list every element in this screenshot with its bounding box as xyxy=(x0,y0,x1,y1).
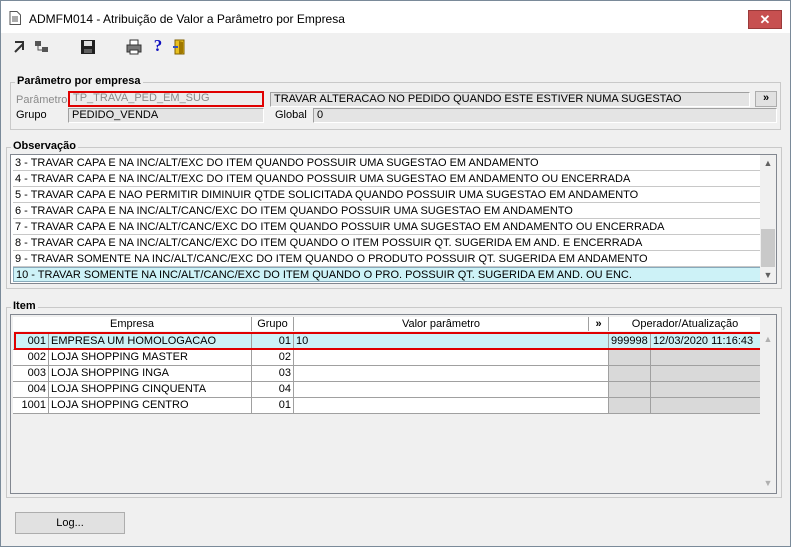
list-item[interactable]: 8 - TRAVAR CAPA E NA INC/ALT/CANC/EXC DO… xyxy=(13,236,761,251)
scrollbar-thumb[interactable] xyxy=(761,229,775,267)
cell-valor[interactable] xyxy=(294,366,609,382)
list-item[interactable]: 7 - TRAVAR CAPA E NA INC/ALT/CANC/EXC DO… xyxy=(13,220,761,235)
column-header-grupo[interactable]: Grupo xyxy=(252,317,294,331)
first-record-icon[interactable] xyxy=(11,38,29,56)
cell-valor[interactable]: 10 xyxy=(294,334,609,350)
cell-grupo[interactable]: 03 xyxy=(252,366,294,382)
column-header-expand-button[interactable]: » xyxy=(589,317,609,331)
scroll-down-icon[interactable]: ▼ xyxy=(760,267,776,283)
cell-code[interactable]: 001 xyxy=(13,334,49,350)
grupo-field: PEDIDO_VENDA xyxy=(68,108,264,123)
item-grid-scrollbar[interactable]: ▲ ▼ xyxy=(760,315,776,493)
cell-operador xyxy=(609,382,651,398)
cell-grupo[interactable]: 01 xyxy=(252,398,294,414)
tree-icon[interactable] xyxy=(33,38,51,56)
cell-empresa[interactable]: LOJA SHOPPING MASTER xyxy=(49,350,252,366)
item-grid[interactable]: Empresa Grupo Valor parâmetro » Operador… xyxy=(10,314,777,494)
cell-valor[interactable] xyxy=(294,398,609,414)
window-title: ADMFM014 - Atribuição de Valor a Parâmet… xyxy=(29,12,345,26)
cell-data: 12/03/2020 11:16:43 xyxy=(651,334,762,350)
cell-empresa[interactable]: LOJA SHOPPING INGA xyxy=(49,366,252,382)
observacao-group-title: Observação xyxy=(11,140,78,152)
item-group-title: Item xyxy=(11,300,38,312)
grupo-label: Grupo xyxy=(16,109,47,121)
list-item[interactable]: 5 - TRAVAR CAPA E NAO PERMITIR DIMINUIR … xyxy=(13,188,761,203)
cell-operador xyxy=(609,350,651,366)
list-item[interactable]: 9 - TRAVAR SOMENTE NA INC/ALT/CANC/EXC D… xyxy=(13,252,761,267)
help-icon[interactable]: ? xyxy=(149,36,167,55)
document-icon xyxy=(9,11,21,25)
parametro-description-field: TRAVAR ALTERACAO NO PEDIDO QUANDO ESTE E… xyxy=(270,92,750,107)
observacao-scrollbar[interactable]: ▲ ▼ xyxy=(760,155,776,283)
global-field: 0 xyxy=(313,108,777,123)
cell-empresa[interactable]: EMPRESA UM HOMOLOGACAO xyxy=(49,334,252,350)
cell-valor[interactable] xyxy=(294,382,609,398)
cell-data xyxy=(651,350,762,366)
parametro-group-title: Parâmetro por empresa xyxy=(15,75,143,87)
scroll-down-icon[interactable]: ▼ xyxy=(760,475,776,491)
parametro-label: Parâmetro xyxy=(16,94,68,106)
observacao-list[interactable]: 3 - TRAVAR CAPA E NA INC/ALT/EXC DO ITEM… xyxy=(10,154,777,284)
column-header-operador[interactable]: Operador/Atualização xyxy=(609,317,762,331)
cell-code[interactable]: 004 xyxy=(13,382,49,398)
main-window: ADMFM014 - Atribuição de Valor a Parâmet… xyxy=(0,0,791,547)
title-bar: ADMFM014 - Atribuição de Valor a Parâmet… xyxy=(1,1,790,33)
list-item[interactable]: 6 - TRAVAR CAPA E NA INC/ALT/CANC/EXC DO… xyxy=(13,204,761,219)
global-label: Global xyxy=(275,109,307,121)
list-item[interactable]: 4 - TRAVAR CAPA E NA INC/ALT/EXC DO ITEM… xyxy=(13,172,761,187)
expand-description-button[interactable]: » xyxy=(755,91,777,107)
scroll-up-icon[interactable]: ▲ xyxy=(760,331,776,347)
scroll-up-icon[interactable]: ▲ xyxy=(760,155,776,171)
cell-empresa[interactable]: LOJA SHOPPING CINQUENTA xyxy=(49,382,252,398)
cell-code[interactable]: 1001 xyxy=(13,398,49,414)
list-item[interactable]: 3 - TRAVAR CAPA E NA INC/ALT/EXC DO ITEM… xyxy=(13,156,761,171)
cell-code[interactable]: 002 xyxy=(13,350,49,366)
cell-data xyxy=(651,398,762,414)
log-button[interactable]: Log... xyxy=(15,512,125,534)
parametro-field[interactable]: TP_TRAVA_PED_EM_SUG xyxy=(68,91,264,107)
cell-grupo[interactable]: 04 xyxy=(252,382,294,398)
column-header-empresa[interactable]: Empresa xyxy=(13,317,252,331)
cell-valor[interactable] xyxy=(294,350,609,366)
cell-data xyxy=(651,366,762,382)
print-icon[interactable] xyxy=(125,38,143,56)
cell-grupo[interactable]: 01 xyxy=(252,334,294,350)
cell-grupo[interactable]: 02 xyxy=(252,350,294,366)
save-icon[interactable] xyxy=(79,38,97,56)
close-button[interactable]: ✕ xyxy=(748,10,782,29)
column-header-valor[interactable]: Valor parâmetro xyxy=(294,317,589,331)
toolbar: ? xyxy=(1,33,790,63)
cell-code[interactable]: 003 xyxy=(13,366,49,382)
cell-data xyxy=(651,382,762,398)
cell-operador: 999998 xyxy=(609,334,651,350)
cell-empresa[interactable]: LOJA SHOPPING CENTRO xyxy=(49,398,252,414)
cell-operador xyxy=(609,398,651,414)
exit-icon[interactable] xyxy=(171,38,189,56)
cell-operador xyxy=(609,366,651,382)
list-item-selected[interactable]: 10 - TRAVAR SOMENTE NA INC/ALT/CANC/EXC … xyxy=(13,267,761,282)
